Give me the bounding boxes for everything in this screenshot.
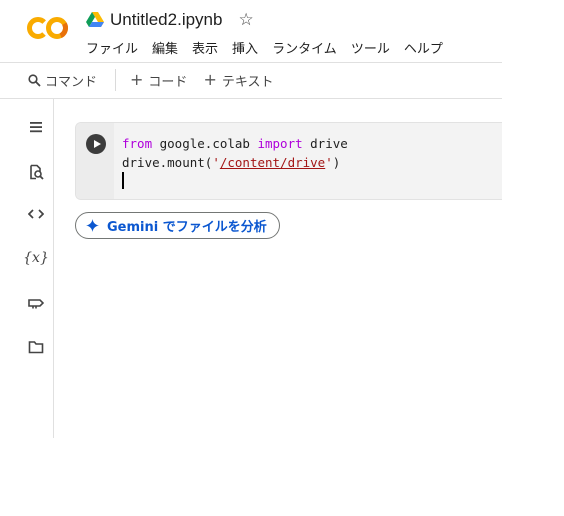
add-code-label: コード <box>148 74 188 90</box>
gemini-label: Gemini でファイルを分析 <box>107 220 267 235</box>
search-icon[interactable] <box>27 163 45 181</box>
variables-glyph: {x} <box>23 250 49 266</box>
menu-help[interactable]: ヘルプ <box>404 38 443 57</box>
toolbar-separator <box>115 69 117 91</box>
menu-view[interactable]: 表示 <box>192 38 218 57</box>
add-text-label: テキスト <box>221 74 274 90</box>
keyword-import: import <box>257 136 303 151</box>
variables-icon[interactable]: {x} <box>23 249 49 267</box>
code-line-3 <box>122 172 348 191</box>
search-icon <box>28 73 41 87</box>
secrets-key-icon[interactable] <box>27 294 45 312</box>
run-cell-button[interactable] <box>86 134 106 154</box>
menu-bar: ファイル 編集 表示 挿入 ランタイム ツール ヘルプ <box>86 38 457 57</box>
plus-icon: + <box>130 70 144 89</box>
menu-tools[interactable]: ツール <box>351 38 390 57</box>
menu-runtime[interactable]: ランタイム <box>272 38 337 57</box>
star-icon[interactable]: ☆ <box>238 11 253 29</box>
menu-file[interactable]: ファイル <box>86 38 138 57</box>
quote-open: ' <box>212 155 220 170</box>
menu-insert[interactable]: 挿入 <box>232 38 258 57</box>
sidebar-divider <box>53 99 54 438</box>
notebook-title[interactable]: Untitled2.ipynb <box>110 10 222 30</box>
title-row: Untitled2.ipynb ☆ <box>86 9 254 31</box>
call-prefix: drive.mount( <box>122 155 213 170</box>
command-palette-button[interactable]: コマンド <box>28 71 97 90</box>
gemini-analyze-button[interactable]: Gemini でファイルを分析 <box>75 212 280 239</box>
colab-logo[interactable] <box>27 14 69 42</box>
string-path: /content/drive <box>219 155 326 170</box>
menu-icon[interactable] <box>27 118 45 136</box>
code-cell[interactable]: from google.colab import drive drive.moun… <box>75 122 502 200</box>
toolbar: コマンド + コード + テキスト <box>28 69 273 91</box>
module-name: google.colab <box>152 136 258 151</box>
folder-icon[interactable] <box>27 338 45 356</box>
plus-icon: + <box>203 70 217 89</box>
code-line-1: from google.colab import drive <box>122 134 348 153</box>
google-drive-icon[interactable] <box>86 12 104 28</box>
import-name: drive <box>302 136 348 151</box>
code-editor[interactable]: from google.colab import drive drive.moun… <box>122 134 348 191</box>
toolbar-divider <box>0 98 502 99</box>
add-text-button[interactable]: + テキスト <box>203 71 273 90</box>
quote-close: ' <box>325 155 333 170</box>
keyword-from: from <box>122 136 153 151</box>
code-snippets-icon[interactable] <box>27 205 45 223</box>
text-cursor <box>122 172 124 189</box>
add-code-button[interactable]: + コード <box>130 71 187 90</box>
header-divider <box>0 62 502 63</box>
command-label: コマンド <box>45 74 98 90</box>
call-suffix: ) <box>332 155 341 170</box>
code-line-2: drive.mount('/content/drive') <box>122 153 348 172</box>
menu-edit[interactable]: 編集 <box>152 38 178 57</box>
gemini-sparkle-icon <box>86 219 99 232</box>
